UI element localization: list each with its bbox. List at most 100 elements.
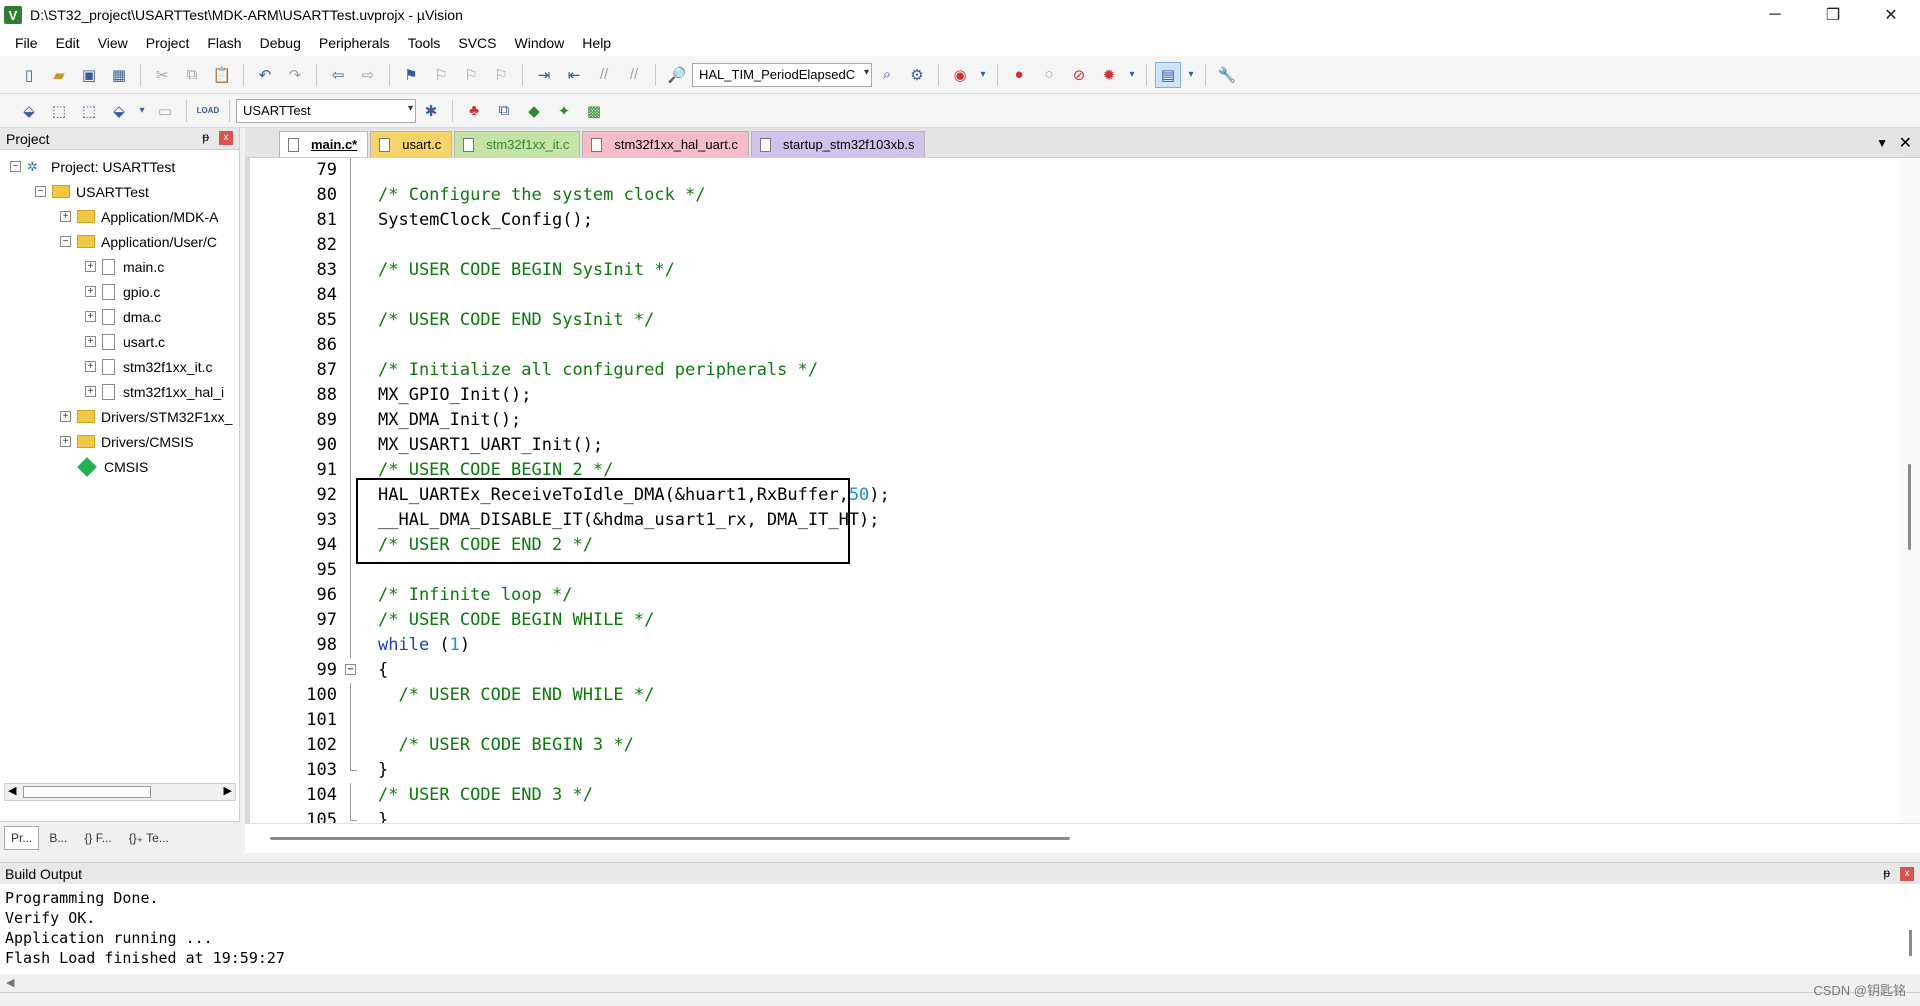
- chevron-down-icon[interactable]: ▾: [864, 67, 869, 78]
- project-horizontal-scrollbar[interactable]: ◀ ▶: [4, 783, 236, 801]
- expand-icon[interactable]: +: [60, 411, 71, 422]
- bookmark-icon[interactable]: ⚑: [398, 62, 424, 88]
- disable-breakpoints-icon[interactable]: ⊘: [1066, 62, 1092, 88]
- clear-bookmarks-icon[interactable]: ⚐: [488, 62, 514, 88]
- menu-help[interactable]: Help: [573, 30, 620, 56]
- expand-icon[interactable]: +: [85, 361, 96, 372]
- menu-flash[interactable]: Flash: [198, 30, 250, 56]
- close-window-button[interactable]: ✕: [1862, 0, 1920, 30]
- pin-icon[interactable]: ᵽ: [202, 130, 209, 144]
- collapse-icon[interactable]: −: [35, 186, 46, 197]
- close-icon[interactable]: x: [1900, 867, 1914, 881]
- find-combo[interactable]: HAL_TIM_PeriodElapsedC ▾: [692, 62, 872, 87]
- menu-tools[interactable]: Tools: [399, 30, 450, 56]
- scrollbar-thumb[interactable]: [1908, 464, 1911, 550]
- close-icon[interactable]: x: [219, 131, 233, 145]
- build-output-text[interactable]: Programming Done. Verify OK. Application…: [0, 884, 1920, 974]
- build-icon[interactable]: ⬚: [46, 98, 72, 124]
- file-extensions-icon[interactable]: ♣: [461, 98, 487, 124]
- editor-horizontal-scrollbar[interactable]: [245, 823, 1920, 853]
- tree-item-file[interactable]: + gpio.c: [0, 279, 239, 304]
- expand-icon[interactable]: +: [85, 386, 96, 397]
- open-file-icon[interactable]: ▰: [46, 62, 72, 88]
- expand-icon[interactable]: +: [85, 261, 96, 272]
- tree-item-file[interactable]: + stm32f1xx_it.c: [0, 354, 239, 379]
- editor-tab-stm32f1xx-it-c[interactable]: stm32f1xx_it.c: [454, 131, 581, 157]
- tree-item-group[interactable]: + Drivers/CMSIS: [0, 429, 239, 454]
- tree-item-project[interactable]: − ✲ Project: USARTTest: [0, 154, 239, 179]
- scroll-left-icon[interactable]: ◀: [6, 976, 14, 989]
- menu-view[interactable]: View: [89, 30, 137, 56]
- tree-item-group[interactable]: + Application/MDK-A: [0, 204, 239, 229]
- new-file-icon[interactable]: ▯: [16, 62, 42, 88]
- unindent-icon[interactable]: ⇤: [561, 62, 587, 88]
- find-in-files-icon[interactable]: 🔎: [664, 62, 690, 88]
- enable-breakpoint-icon[interactable]: ○: [1036, 62, 1062, 88]
- configure-wrench-icon[interactable]: 🔧: [1214, 62, 1240, 88]
- navigate-forward-icon[interactable]: ⇨: [355, 62, 381, 88]
- tree-item-target[interactable]: − USARTTest: [0, 179, 239, 204]
- scrollbar-thumb[interactable]: [1909, 930, 1912, 956]
- minimize-button[interactable]: ─: [1746, 0, 1804, 30]
- dropdown-arrow-icon[interactable]: ▾: [136, 98, 148, 124]
- undo-icon[interactable]: ↶: [252, 62, 278, 88]
- expand-icon[interactable]: +: [85, 336, 96, 347]
- tab-project[interactable]: Pr...: [4, 825, 40, 850]
- comment-icon[interactable]: //: [591, 62, 617, 88]
- menu-peripherals[interactable]: Peripherals: [310, 30, 399, 56]
- pin-icon[interactable]: ᵽ: [1883, 866, 1890, 880]
- paste-icon[interactable]: 📋: [209, 62, 235, 88]
- window-layout-icon[interactable]: ▤: [1155, 61, 1181, 88]
- editor-tab-hal-uart-c[interactable]: stm32f1xx_hal_uart.c: [582, 131, 749, 157]
- scrollbar-thumb[interactable]: [270, 837, 1070, 840]
- close-editor-tab-icon[interactable]: ✕: [1899, 133, 1912, 153]
- collapse-icon[interactable]: −: [60, 236, 71, 247]
- restore-button[interactable]: ❐: [1804, 0, 1862, 30]
- download-load-icon[interactable]: LOAD: [195, 98, 221, 124]
- batch-build-icon[interactable]: ⬙: [106, 98, 132, 124]
- editor-vertical-scrollbar[interactable]: [1900, 158, 1920, 823]
- tree-item-file[interactable]: + main.c: [0, 254, 239, 279]
- menu-file[interactable]: File: [6, 30, 47, 56]
- copy-icon[interactable]: ⧉: [179, 62, 205, 88]
- pack-installer-icon[interactable]: ▩: [581, 98, 607, 124]
- cut-icon[interactable]: ✂: [149, 62, 175, 88]
- tree-item-group[interactable]: + Drivers/STM32F1xx_: [0, 404, 239, 429]
- menu-project[interactable]: Project: [137, 30, 199, 56]
- target-combo[interactable]: USARTTest ▾: [236, 98, 416, 123]
- tab-functions[interactable]: {} F...: [77, 826, 118, 850]
- select-software-packs-icon[interactable]: ✦: [551, 98, 577, 124]
- debug-session-icon[interactable]: ◉: [947, 62, 973, 88]
- incremental-find-icon[interactable]: ⚙: [904, 62, 930, 88]
- indent-icon[interactable]: ⇥: [531, 62, 557, 88]
- target-options-icon[interactable]: ✱: [418, 98, 444, 124]
- scrollbar-thumb[interactable]: [23, 786, 151, 798]
- chevron-down-icon[interactable]: ▾: [408, 103, 413, 114]
- next-bookmark-icon[interactable]: ⚐: [458, 62, 484, 88]
- tree-item-file[interactable]: + dma.c: [0, 304, 239, 329]
- menu-edit[interactable]: Edit: [47, 30, 89, 56]
- editor-tab-startup-s[interactable]: startup_stm32f103xb.s: [750, 131, 926, 157]
- stop-build-icon[interactable]: ▭: [152, 98, 178, 124]
- menu-window[interactable]: Window: [506, 30, 574, 56]
- build-output-horizontal-scrollbar[interactable]: ◀: [0, 974, 1920, 992]
- navigate-back-icon[interactable]: ⇦: [325, 62, 351, 88]
- fold-collapse-icon[interactable]: −: [345, 664, 356, 675]
- expand-icon[interactable]: +: [60, 211, 71, 222]
- menu-debug[interactable]: Debug: [251, 30, 310, 56]
- editor-tab-usart-c[interactable]: usart.c: [370, 131, 453, 157]
- code-text-area[interactable]: 79 80 /* Configure the system clock */ 81…: [245, 158, 1920, 823]
- tab-list-dropdown-icon[interactable]: ▼: [1876, 136, 1888, 150]
- find-icon[interactable]: ⌕: [874, 62, 900, 88]
- rebuild-icon[interactable]: ⬚: [76, 98, 102, 124]
- menu-svcs[interactable]: SVCS: [449, 30, 505, 56]
- kill-breakpoints-icon[interactable]: ✹: [1096, 62, 1122, 88]
- save-icon[interactable]: ▣: [76, 62, 102, 88]
- uncomment-icon[interactable]: //: [621, 62, 647, 88]
- save-all-icon[interactable]: ▦: [106, 62, 132, 88]
- editor-tab-main-c[interactable]: main.c*: [279, 131, 369, 157]
- manage-components-icon[interactable]: ⧉: [491, 98, 517, 124]
- insert-breakpoint-icon[interactable]: ●: [1006, 62, 1032, 88]
- expand-icon[interactable]: +: [85, 286, 96, 297]
- run-time-environment-icon[interactable]: ◆: [521, 98, 547, 124]
